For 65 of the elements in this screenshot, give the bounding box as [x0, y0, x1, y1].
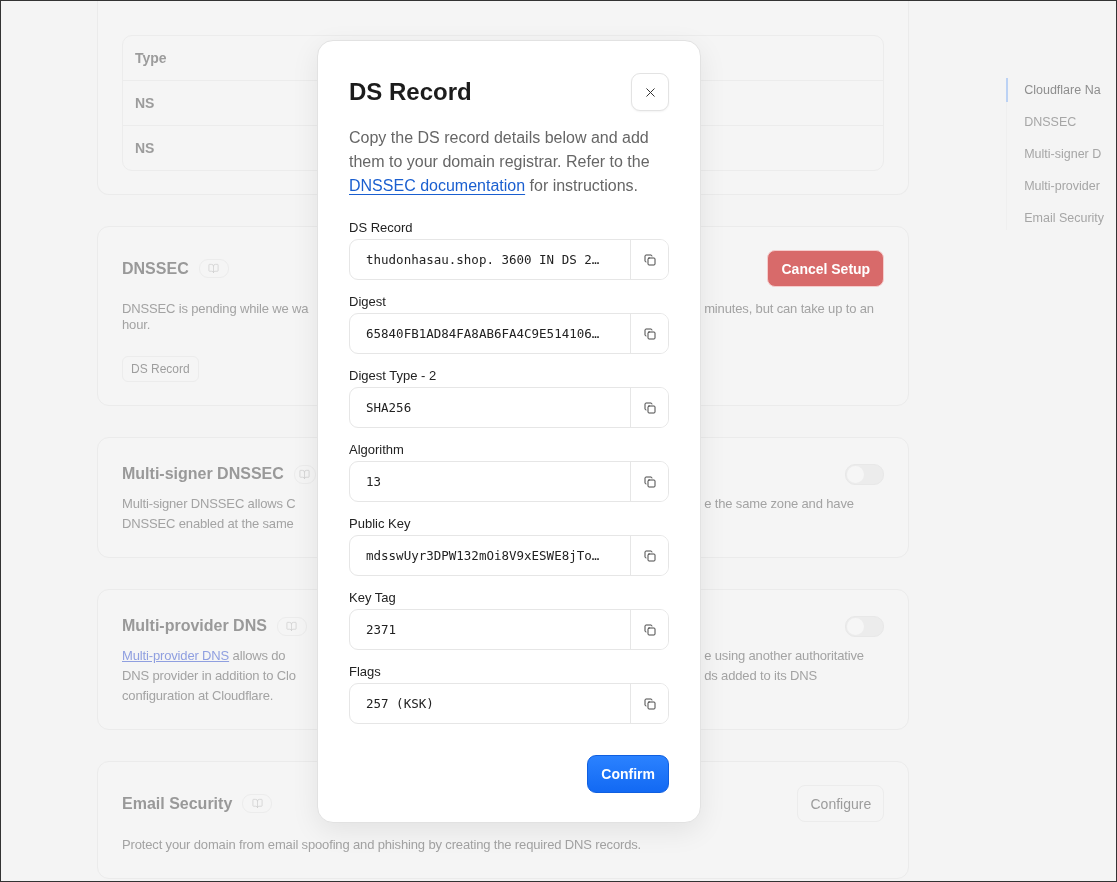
- field-label: Algorithm: [349, 441, 405, 459]
- description-text: minutes, but can take up to an: [704, 301, 875, 317]
- book-icon[interactable]: [276, 616, 307, 636]
- copy-button[interactable]: [630, 684, 668, 723]
- field-label: Flags: [349, 663, 382, 681]
- table-cell: NS: [135, 140, 155, 156]
- column-header: Type: [135, 50, 167, 66]
- readonly-field[interactable]: SHA256: [349, 387, 669, 428]
- description-text: configuration at Cloudflare.: [122, 687, 275, 705]
- nav-link[interactable]: Email Security: [1006, 206, 1116, 230]
- description-text: e using another authoritative: [704, 647, 865, 665]
- description-link[interactable]: Multi-provider DNS: [122, 648, 230, 663]
- configure-button[interactable]: Configure: [797, 785, 885, 822]
- field-label: Key Tag: [349, 589, 397, 607]
- field-label: DS Record: [349, 219, 414, 237]
- field-label: Digest Type - 2: [349, 367, 438, 385]
- table-cell: NS: [135, 95, 155, 111]
- copy-icon: [643, 623, 656, 636]
- description-text: Multi-signer DNSSEC allows C: [122, 495, 297, 513]
- confirm-button[interactable]: Confirm: [587, 755, 669, 793]
- dialog-title: DS Record: [349, 78, 472, 106]
- copy-button[interactable]: [630, 536, 668, 575]
- description-text: hour.: [122, 317, 152, 333]
- nav-link[interactable]: Multi-signer D: [1006, 142, 1116, 166]
- book-icon[interactable]: [293, 464, 316, 484]
- field-label: Digest: [349, 293, 387, 311]
- documentation-link[interactable]: DNSSEC documentation: [349, 177, 526, 194]
- description-text: ds added to its DNS: [704, 667, 818, 685]
- readonly-field[interactable]: 257 (KSK): [349, 683, 669, 724]
- description-text: DNSSEC enabled at the same: [122, 515, 295, 533]
- description-text: e the same zone and have: [704, 495, 855, 513]
- description-text: DNSSEC is pending while we wa: [122, 301, 310, 317]
- section-title: DNSSEC: [122, 259, 189, 278]
- close-button[interactable]: [631, 73, 669, 111]
- readonly-field[interactable]: mdsswUyr3DPW132mOi8V9xESWE8jTo…: [349, 535, 669, 576]
- nav-link[interactable]: Multi-provider: [1006, 174, 1116, 198]
- copy-icon: [643, 475, 656, 488]
- book-icon[interactable]: [198, 259, 229, 278]
- copy-button[interactable]: [630, 388, 668, 427]
- copy-icon: [643, 549, 656, 562]
- cancel-setup-button[interactable]: Cancel Setup: [767, 250, 885, 287]
- field-label: Public Key: [349, 515, 412, 533]
- section-title: Multi-signer DNSSEC: [122, 465, 284, 483]
- description-text: Multi-provider DNS allows do: [122, 647, 287, 665]
- copy-button[interactable]: [630, 240, 668, 279]
- copy-icon: [643, 401, 656, 414]
- copy-button[interactable]: [630, 462, 668, 501]
- section-description: Protect your domain from email spoofing and phishing by creating the required DNS records.: [122, 836, 643, 854]
- readonly-field[interactable]: thudonhasau.shop. 3600 IN DS 2…: [349, 239, 669, 280]
- description-text: DNS provider in addition to Clo: [122, 667, 297, 685]
- nav-link[interactable]: DNSSEC: [1006, 110, 1116, 134]
- readonly-field[interactable]: 13: [349, 461, 669, 502]
- readonly-field[interactable]: 65840FB1AD84FA8AB6FA4C9E514106…: [349, 313, 669, 354]
- section-title: Email Security: [122, 794, 233, 813]
- book-icon[interactable]: [242, 794, 273, 813]
- section-title: Multi-provider DNS: [122, 617, 267, 635]
- ds-record-button[interactable]: DS Record: [122, 356, 199, 382]
- dialog-description: Copy the DS record details below and add them to your domain registrar. Refer to the DNSSEC documentation for instructions.: [349, 128, 651, 196]
- readonly-field[interactable]: 2371: [349, 609, 669, 650]
- copy-icon: [643, 253, 656, 266]
- nav-link[interactable]: Cloudflare Na: [1006, 78, 1116, 102]
- copy-button[interactable]: [630, 610, 668, 649]
- copy-button[interactable]: [630, 314, 668, 353]
- copy-icon: [643, 327, 656, 340]
- copy-icon: [643, 697, 656, 710]
